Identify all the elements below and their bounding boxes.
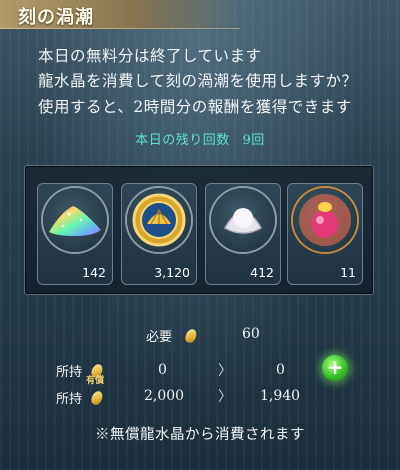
message-line-2: 龍水晶を消費して刻の渦潮を使用しますか？ xyxy=(38,72,358,90)
reward-item-pink-gem[interactable]: 11 xyxy=(287,183,363,285)
paid-before: 0 xyxy=(158,362,167,378)
gold-shell-medal-icon xyxy=(127,188,191,252)
free-holdings-row: 所持 xyxy=(56,388,105,407)
paid-holdings-label: 所持 xyxy=(56,365,83,380)
item-count: 3,120 xyxy=(154,265,190,280)
free-arrow-icon: 〉 xyxy=(218,389,232,405)
remaining-label: 本日の残り回数 xyxy=(135,133,230,148)
pearl-shell-icon xyxy=(211,188,275,252)
pink-gem-icon xyxy=(293,188,357,252)
rainbow-sand-icon xyxy=(43,188,107,252)
item-count: 11 xyxy=(340,265,356,280)
paid-after: 0 xyxy=(276,362,285,378)
free-before: 2,000 xyxy=(144,388,185,404)
free-holdings-label: 所持 xyxy=(56,392,83,407)
reward-item-gold-medal[interactable]: 3,120 xyxy=(121,183,197,285)
title-bar: 刻の渦潮 xyxy=(0,0,240,29)
message-line-1: 本日の無料分は終了しています xyxy=(38,47,262,65)
reward-panel: 142 3,120 412 11 xyxy=(24,165,374,295)
item-count: 142 xyxy=(82,265,106,280)
cost-row: 必要 xyxy=(146,326,199,345)
consumption-note: ※無償龍水晶から消費されます xyxy=(95,427,305,443)
reward-item-rainbow-sand[interactable]: 142 xyxy=(37,183,113,285)
remaining-count: 本日の残り回数 9回 xyxy=(0,129,400,148)
add-crystal-button[interactable]: + xyxy=(322,355,348,381)
message-line-3: 使用すると、2時間分の報酬を獲得できます xyxy=(38,98,352,116)
reward-item-pearl-shell[interactable]: 412 xyxy=(205,183,281,285)
paid-badge: 有償 xyxy=(86,376,105,386)
dialog-title: 刻の渦潮 xyxy=(18,7,94,28)
remaining-value: 9回 xyxy=(242,133,265,148)
paid-arrow-icon: 〉 xyxy=(218,363,232,379)
cost-label: 必要 xyxy=(146,330,173,345)
cost-value: 60 xyxy=(242,326,260,342)
item-count: 412 xyxy=(250,265,274,280)
free-after: 1,940 xyxy=(260,388,301,404)
